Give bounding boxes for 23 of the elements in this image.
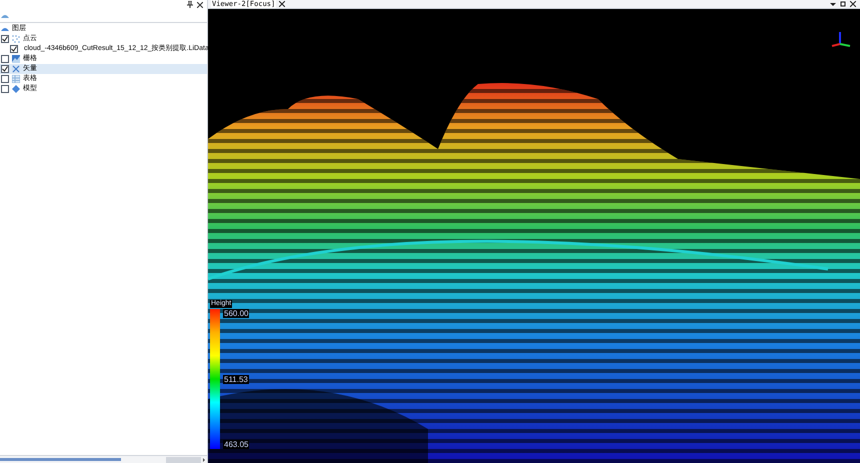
- close-icon[interactable]: [850, 1, 856, 7]
- raster-icon: [12, 55, 20, 63]
- checkbox[interactable]: [10, 45, 18, 53]
- scrollbar-thumb[interactable]: [166, 456, 201, 462]
- scroll-right-icon[interactable]: [201, 456, 207, 462]
- legend-value: 560.00: [223, 309, 250, 318]
- checkbox[interactable]: [1, 55, 9, 63]
- vector-icon: [12, 65, 20, 73]
- checkbox[interactable]: [1, 85, 9, 93]
- close-icon[interactable]: [279, 1, 286, 7]
- checkbox[interactable]: [1, 75, 9, 83]
- dropdown-icon[interactable]: [830, 1, 836, 7]
- diamond-icon: [12, 85, 20, 93]
- pin-icon[interactable]: [187, 1, 193, 8]
- restore-icon[interactable]: [840, 1, 846, 7]
- table-icon: [12, 75, 20, 83]
- axis-gizmo-icon: [830, 30, 852, 48]
- legend-value: 463.05: [223, 440, 250, 449]
- point-cloud-icon: [12, 35, 20, 43]
- checkbox[interactable]: [1, 65, 9, 73]
- layers-icon: [1, 25, 9, 33]
- checkbox[interactable]: [1, 35, 9, 43]
- close-icon[interactable]: [197, 2, 203, 8]
